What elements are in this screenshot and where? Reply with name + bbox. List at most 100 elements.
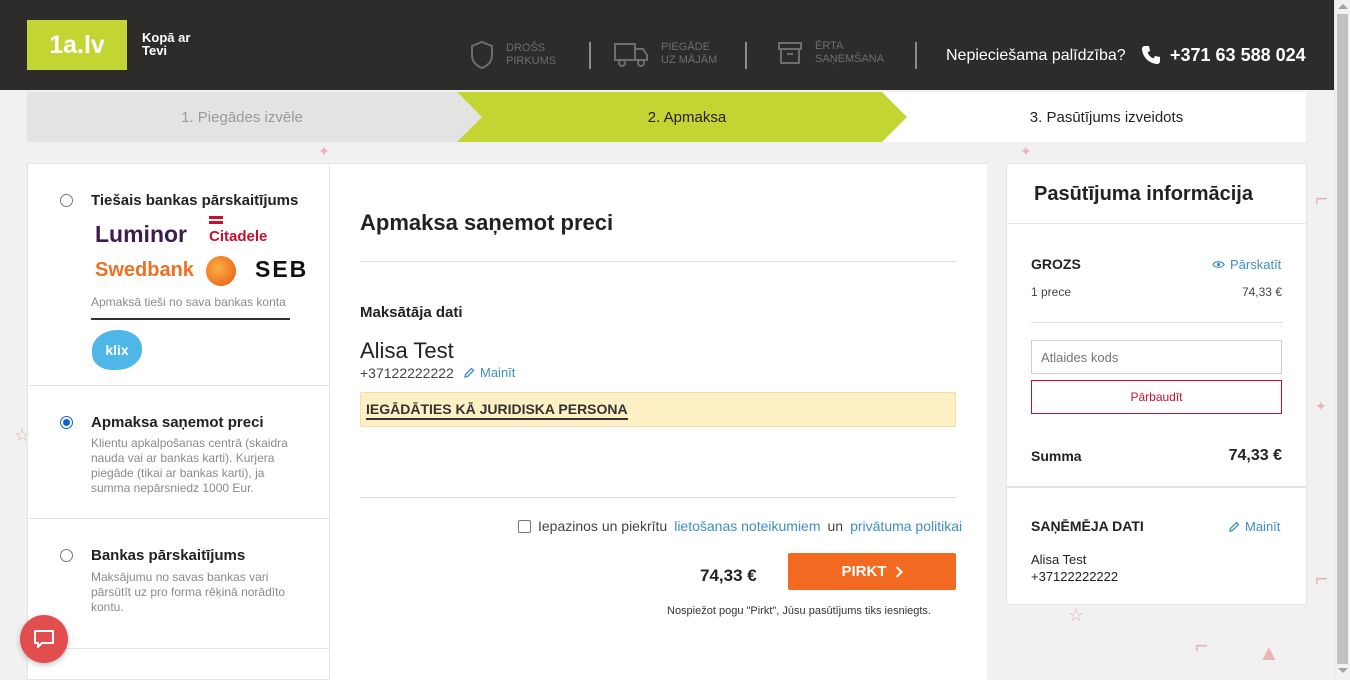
feature-line1: Drošs bbox=[506, 42, 546, 54]
feature-line2: pirkums bbox=[506, 55, 557, 67]
recipient-heading: SAŅĒMĒJA DATI bbox=[1031, 518, 1144, 534]
pencil-icon bbox=[464, 367, 475, 378]
divider bbox=[1031, 322, 1282, 323]
candy-cane-decoration-icon: ⌐ bbox=[1315, 566, 1328, 591]
feature-secure-purchase: Drošs pirkums bbox=[470, 40, 556, 70]
option-title: Bankas pārskaitījums bbox=[91, 547, 246, 564]
shield-icon bbox=[471, 40, 493, 70]
radio-bank-transfer[interactable] bbox=[60, 549, 73, 562]
payer-phone: +37122222222 bbox=[360, 365, 454, 381]
items-price: 74,33 € bbox=[1241, 285, 1282, 299]
sum-value: 74,33 € bbox=[1228, 447, 1282, 464]
items-count: 1 prece bbox=[1031, 285, 1072, 299]
eye-icon bbox=[1212, 261, 1225, 268]
cart-heading: GROZS bbox=[1031, 256, 1081, 272]
terms-row: Iepazinos un piekrītu lietošanas noteiku… bbox=[518, 518, 962, 534]
privacy-policy-link[interactable]: privātuma politikai bbox=[850, 518, 962, 534]
phone-number[interactable]: +371 63 588 024 bbox=[1170, 45, 1306, 66]
terms-of-use-link[interactable]: lietošanas noteikumiem bbox=[674, 518, 820, 534]
payment-methods: Tiešais bankas pārskaitījums Luminor Cit… bbox=[27, 163, 330, 680]
step-order-created: 3. Pasūtījums izveidots bbox=[1029, 108, 1184, 126]
radio-direct-bank-transfer[interactable] bbox=[60, 194, 73, 207]
checkout-steps: 1. Piegādes izvēle 2. Apmaksa 3. Pasūtīj… bbox=[27, 92, 1306, 142]
scroll-down-arrow-icon[interactable] bbox=[1338, 668, 1348, 673]
option-direct-bank-transfer[interactable]: Tiešais bankas pārskaitījums Luminor Cit… bbox=[28, 164, 329, 386]
option-bank-transfer[interactable]: Bankas pārskaitījums Maksājumu no savas … bbox=[28, 519, 329, 649]
payer-heading: Maksātāja dati bbox=[360, 304, 463, 321]
seb-logo: SEB bbox=[255, 256, 309, 282]
terms-checkbox[interactable] bbox=[518, 519, 531, 533]
scroll-up-arrow-icon[interactable] bbox=[1338, 4, 1348, 9]
edit-label: Mainīt bbox=[480, 365, 516, 380]
option-title: Tiešais bankas pārskaitījums bbox=[91, 192, 299, 209]
terms-mid: un bbox=[827, 518, 844, 534]
tree-decoration-icon: ✦ bbox=[1315, 398, 1327, 414]
citadele-mark-icon bbox=[209, 216, 223, 219]
option-pay-on-delivery[interactable]: Apmaksa saņemot preci Klientu apkalpošan… bbox=[28, 386, 329, 519]
edit-label: Mainīt bbox=[1245, 519, 1281, 534]
divider-line bbox=[91, 318, 290, 320]
candy-cane-decoration-icon: ⌐ bbox=[1195, 633, 1208, 658]
divider bbox=[589, 42, 591, 69]
candy-cane-decoration-icon: ⌐ bbox=[1315, 186, 1328, 211]
step-delivery[interactable]: 1. Piegādes izvēle bbox=[27, 92, 457, 142]
step-payment: 2. Apmaksa bbox=[647, 108, 727, 126]
tree-decoration-icon: ✦ bbox=[318, 143, 330, 159]
klix-logo: klix bbox=[92, 330, 142, 370]
feature-line2: saņemšana bbox=[815, 53, 885, 65]
sum-label: Summa bbox=[1031, 448, 1082, 464]
chevron-right-icon bbox=[895, 565, 903, 578]
buy-note: Nospiežot pogu "Pirkt", Jūsu pasūtījums … bbox=[667, 605, 931, 617]
order-summary: Pasūtījuma informācija GROZS Pārskatīt 1… bbox=[1006, 163, 1307, 605]
pencil-icon bbox=[1229, 521, 1240, 532]
site-header: 1a.lv Kopā ar Tevi Drošs pirkums Piegāde u… bbox=[0, 0, 1334, 90]
payment-title: Apmaksa saņemot preci bbox=[360, 210, 614, 235]
view-cart-link[interactable]: Pārskatīt bbox=[1212, 257, 1281, 272]
edit-recipient-link[interactable]: Mainīt bbox=[1229, 519, 1280, 534]
star-decoration-icon: ☆ bbox=[1068, 605, 1085, 625]
option-title: Apmaksa saņemot preci bbox=[91, 414, 264, 431]
chat-button[interactable] bbox=[20, 615, 68, 663]
divider bbox=[1007, 486, 1306, 488]
box-icon bbox=[778, 42, 802, 64]
feature-line1: Ērta bbox=[815, 40, 844, 52]
site-logo[interactable]: 1a.lv bbox=[27, 20, 127, 70]
feature-line1: Piegāde bbox=[661, 41, 710, 53]
scrollbar[interactable] bbox=[1334, 0, 1350, 680]
recipient-phone: +37122222222 bbox=[1031, 569, 1119, 584]
divider bbox=[915, 42, 917, 69]
edit-payer-link[interactable]: Mainīt bbox=[464, 365, 515, 380]
tree-decoration-icon: ✦ bbox=[1020, 143, 1032, 159]
order-info-title: Pasūtījuma informācija bbox=[1034, 183, 1253, 205]
swedbank-oak-icon bbox=[206, 256, 236, 286]
luminor-logo: Luminor bbox=[95, 221, 187, 247]
radio-pay-on-delivery[interactable] bbox=[60, 416, 73, 429]
divider bbox=[360, 497, 956, 498]
buy-button[interactable]: PIRKT bbox=[788, 553, 956, 590]
view-label: Pārskatīt bbox=[1230, 257, 1282, 272]
citadele-logo: Citadele bbox=[209, 228, 268, 245]
tree-decoration-icon: ▲ bbox=[1258, 640, 1280, 665]
scroll-thumb[interactable] bbox=[1337, 14, 1348, 664]
chat-icon bbox=[34, 630, 54, 648]
order-total: 74,33 € bbox=[700, 566, 757, 585]
divider bbox=[360, 261, 956, 262]
divider bbox=[745, 42, 747, 69]
feature-line2: uz mājām bbox=[661, 54, 718, 66]
feature-easy-pickup: Ērta saņemšana bbox=[777, 40, 884, 66]
feature-home-delivery: Piegāde uz mājām bbox=[613, 40, 717, 68]
buy-label: PIRKT bbox=[841, 563, 887, 580]
citadele-mark-icon bbox=[209, 221, 223, 224]
divider bbox=[1007, 223, 1306, 224]
terms-prefix: Iepazinos un piekrītu bbox=[538, 518, 668, 534]
discount-code-input[interactable] bbox=[1031, 340, 1282, 374]
payment-details: Apmaksa saņemot preci Maksātāja dati Ali… bbox=[330, 163, 987, 680]
truck-icon bbox=[614, 43, 648, 67]
help-text: Nepieciešama palīdzība? bbox=[946, 47, 1126, 64]
swedbank-logo: Swedbank bbox=[95, 259, 194, 281]
legal-person-link[interactable]: IEGĀDĀTIES KĀ JURIDISKA PERSONA bbox=[366, 401, 628, 420]
recipient-name: Alisa Test bbox=[1031, 552, 1087, 567]
check-code-button[interactable]: Pārbaudīt bbox=[1031, 380, 1282, 414]
option-description: Klientu apkalpošanas centrā (skaidra nau… bbox=[91, 436, 288, 495]
payer-name: Alisa Test bbox=[360, 338, 454, 363]
